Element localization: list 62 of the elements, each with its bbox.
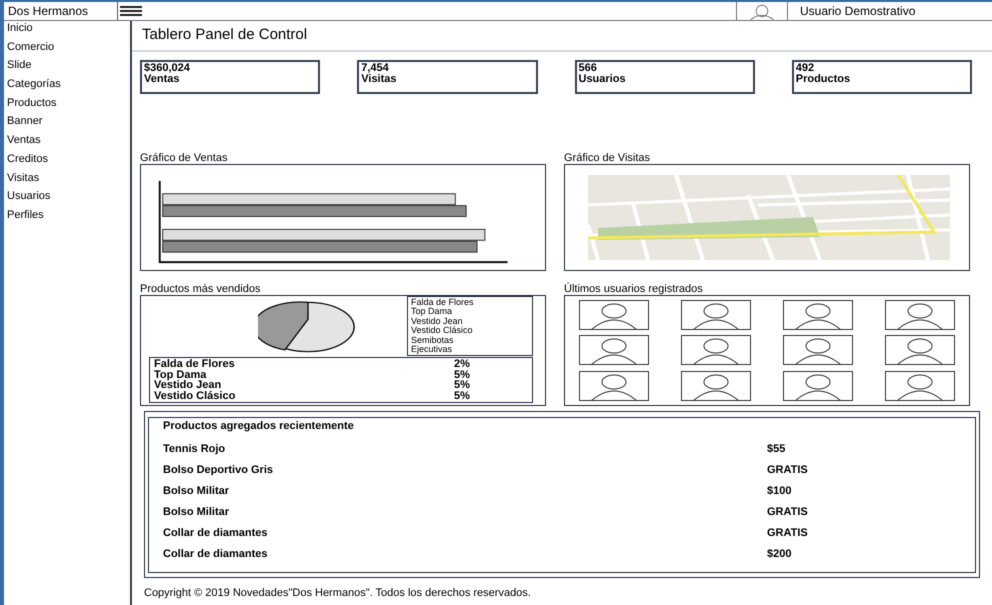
avatar-placeholder-icon	[783, 300, 853, 330]
sidebar-item[interactable]: Productos	[4, 96, 130, 114]
stat-value: $360,024	[144, 63, 191, 74]
avatar-placeholder-icon	[579, 300, 649, 330]
avatar-placeholder-icon	[783, 370, 853, 401]
sidebar-item[interactable]: Categorías	[4, 77, 130, 96]
page-title: Tablero Panel de Control	[142, 25, 308, 46]
sidebar-item[interactable]: Creditos	[4, 152, 130, 170]
product-price: GRATIS	[767, 505, 808, 520]
avatar-placeholder-icon	[579, 335, 649, 366]
product-name: Bolso Militar	[163, 505, 230, 520]
product-name: Falda de Flores	[154, 359, 236, 370]
user-name[interactable]: Usuario Demostrativo	[800, 2, 992, 20]
avatar-placeholder-icon	[783, 335, 853, 366]
stat-label: Ventas	[144, 74, 180, 85]
product-share: 5%	[454, 370, 470, 380]
product-name: Top Dama	[154, 370, 206, 380]
sidebar-item[interactable]: Inicio	[4, 21, 130, 40]
stat-value: 566	[578, 63, 598, 74]
sidebar-item[interactable]: Comercio	[4, 40, 130, 58]
panel-title: Productos agregados recientemente	[163, 419, 355, 434]
stat-value: 492	[796, 63, 816, 74]
avatar-placeholder-icon	[885, 335, 955, 366]
product-name: Collar de diamantes	[163, 526, 269, 542]
avatar-placeholder-icon	[885, 300, 955, 330]
section-title: Últimos usuarios registrados	[564, 282, 704, 295]
product-share: 5%	[454, 390, 470, 401]
product-name: Tennis Rojo	[163, 442, 226, 458]
avatar-placeholder-icon	[681, 300, 751, 330]
product-name: Bolso Deportivo Gris	[163, 463, 274, 478]
avatar-placeholder-icon	[681, 370, 751, 401]
sidebar-item[interactable]: Slide	[4, 58, 130, 78]
chart-legend: Falda de Flores Top Dama Vestido Jean Vestido Clásico Semibotas Ejecutivas	[407, 296, 533, 356]
section-title: Productos más vendidos	[140, 282, 262, 295]
avatar-placeholder-icon	[579, 370, 649, 401]
product-share: 2%	[454, 359, 470, 370]
product-name: Vestido Clásico	[154, 390, 236, 401]
sidebar-item[interactable]: Visitas	[4, 170, 130, 190]
chart-title: Gráfico de Ventas	[140, 151, 228, 164]
product-price: GRATIS	[767, 463, 808, 478]
avatar-placeholder-icon	[885, 370, 955, 401]
sidebar-item[interactable]: Banner	[4, 114, 130, 134]
avatar-placeholder-icon	[681, 335, 751, 366]
product-price: GRATIS	[767, 526, 808, 542]
product-share: 5%	[454, 380, 470, 390]
stat-label: Usuarios	[578, 74, 627, 85]
chart-title: Gráfico de Visitas	[564, 151, 652, 164]
brand-name: Dos Hermanos	[4, 2, 118, 20]
sidebar-item[interactable]: Ventas	[4, 133, 130, 152]
sidebar-item[interactable]: Perfiles	[4, 208, 130, 227]
footer-text: Copyright © 2019 Novedades"Dos Hermanos". Todos los derechos reservados.	[144, 587, 531, 599]
product-name: Vestido Jean	[154, 380, 222, 390]
product-price: $55	[767, 442, 786, 458]
product-price: $100	[767, 484, 792, 500]
menu-icon[interactable]	[120, 5, 142, 17]
sidebar-item[interactable]: Usuarios	[4, 189, 130, 208]
product-name: Collar de diamantes	[163, 547, 269, 562]
stat-label: Productos	[796, 74, 852, 85]
stat-label: Visitas	[361, 74, 398, 85]
product-price: $200	[767, 547, 792, 562]
stat-value: 7,454	[361, 63, 390, 74]
product-name: Bolso Militar	[163, 484, 230, 500]
